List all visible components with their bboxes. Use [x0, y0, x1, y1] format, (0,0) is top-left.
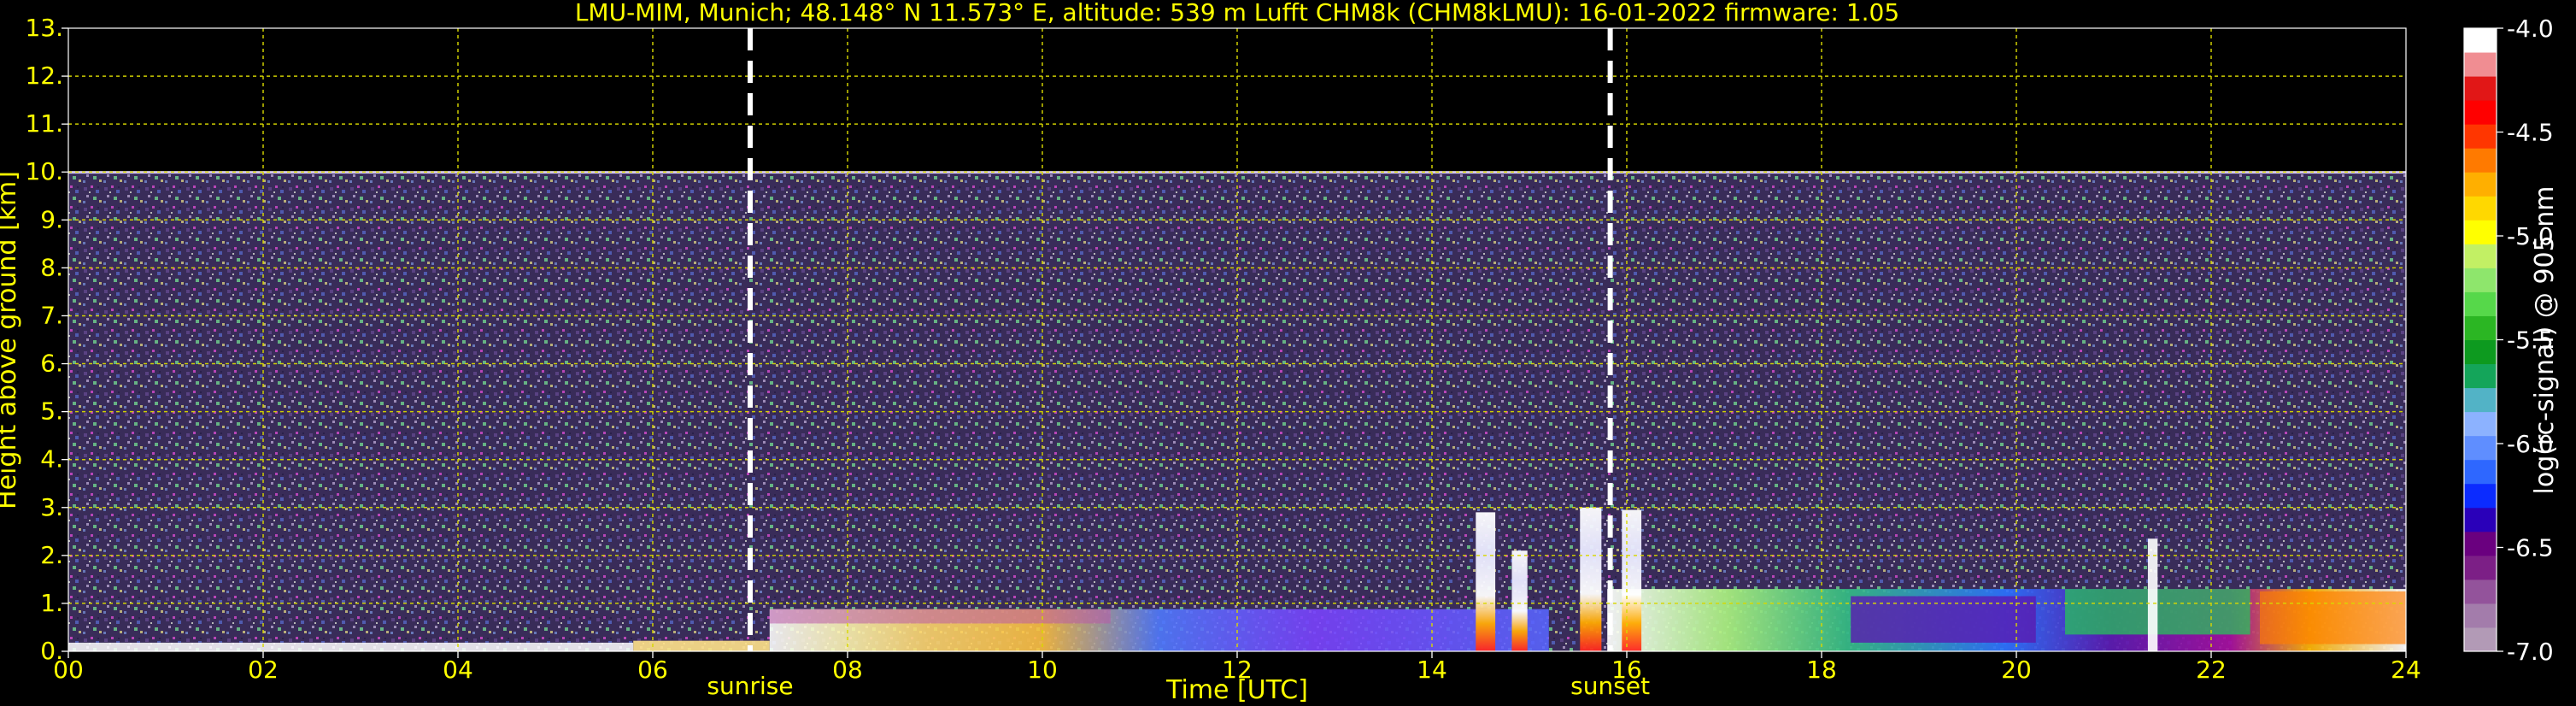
y-tick-label-2: 2.: [40, 541, 63, 569]
y-tick-label-3: 3.: [40, 493, 63, 521]
x-tick-label-12: 24: [2391, 656, 2421, 684]
y-tick-label-13: 13.: [25, 14, 63, 42]
colorbar-tick-label-6: -7.0: [2507, 638, 2554, 666]
colorbar-tick-label-0: -4.0: [2507, 15, 2554, 43]
colorbar-segment-25: [2464, 28, 2497, 53]
y-tick-label-7: 7.: [40, 301, 63, 329]
colorbar-label: log(rc-signal) @ 905 nm: [2530, 186, 2560, 495]
x-tick-label-1: 02: [248, 656, 279, 684]
colorbar-segment-8: [2464, 435, 2497, 461]
colorbar-tick-label-1: -4.5: [2507, 119, 2554, 147]
colorbar-segment-12: [2464, 339, 2497, 365]
colorbar-segment-21: [2464, 124, 2497, 149]
event-label-sunrise: sunrise: [707, 672, 793, 700]
colorbar-segment-3: [2464, 555, 2497, 580]
plume-b: [1511, 550, 1528, 651]
plume-d: [1622, 509, 1642, 651]
y-tick-label-5: 5.: [40, 397, 63, 426]
night-surface-layer: [68, 642, 634, 651]
colorbar-segment-19: [2464, 172, 2497, 197]
y-tick-label-11: 11.: [25, 109, 63, 138]
evening-orange-band: [2260, 591, 2406, 644]
colorbar-segment-7: [2464, 459, 2497, 485]
y-tick-label-1: 1.: [40, 589, 63, 617]
colorbar-segment-9: [2464, 411, 2497, 437]
colorbar-segment-20: [2464, 148, 2497, 173]
evening-green-band: [2065, 589, 2250, 635]
y-tick-label-6: 6.: [40, 350, 63, 378]
x-tick-label-11: 22: [2196, 656, 2227, 684]
x-tick-label-7: 14: [1417, 656, 1447, 684]
colorbar-segment-13: [2464, 315, 2497, 340]
colorbar-segment-5: [2464, 507, 2497, 532]
x-tick-label-8: 16: [1611, 656, 1642, 684]
colorbar-segment-22: [2464, 100, 2497, 125]
colorbar-segment-18: [2464, 196, 2497, 221]
colorbar-segment-15: [2464, 268, 2497, 292]
y-tick-label-12: 12.: [25, 62, 63, 90]
colorbar-segment-6: [2464, 483, 2497, 509]
plume-c: [1580, 507, 1602, 651]
ceilometer-chart: sunrise sunset 00 02 04 06 08 10 12 14 16 18 20 22 24…: [0, 0, 2576, 706]
x-tick-label-9: 18: [1806, 656, 1837, 684]
colorbar-segment-0: [2464, 627, 2497, 652]
boundary-layer-top: [769, 609, 1111, 624]
colorbar-segment-14: [2464, 291, 2497, 316]
x-tick-label-5: 10: [1027, 656, 1058, 684]
colorbar-segment-24: [2464, 52, 2497, 77]
y-tick-label-9: 9.: [40, 205, 63, 233]
y-axis-label: Height above ground [km]: [0, 171, 22, 509]
x-tick-label-3: 06: [637, 656, 668, 684]
colorbar-segment-17: [2464, 220, 2497, 244]
colorbar-segment-23: [2464, 76, 2497, 101]
x-tick-label-2: 04: [443, 656, 473, 684]
x-axis-label: Time [UTC]: [1165, 675, 1308, 705]
colorbar-segment-16: [2464, 244, 2497, 268]
colorbar-segment-4: [2464, 531, 2497, 556]
x-tick-label-10: 20: [2001, 656, 2032, 684]
colorbar-segment-11: [2464, 363, 2497, 389]
x-tick-label-4: 08: [832, 656, 863, 684]
y-tick-label-10: 10.: [25, 157, 63, 185]
y-tick-label-8: 8.: [40, 253, 63, 281]
colorbar-segment-1: [2464, 603, 2497, 628]
plume-a: [1476, 512, 1496, 651]
colorbar-tick-label-5: -6.5: [2507, 534, 2554, 562]
colorbar-segment-10: [2464, 387, 2497, 413]
chart-title: LMU-MIM, Munich; 48.148° N 11.573° E, al…: [575, 0, 1899, 26]
colorbar-segment-2: [2464, 579, 2497, 604]
y-tick-label-0: 0.: [40, 637, 63, 665]
chart-svg: sunrise sunset 00 02 04 06 08 10 12 14 16 18 20 22 24…: [0, 0, 2560, 705]
y-tick-label-4: 4.: [40, 445, 63, 474]
